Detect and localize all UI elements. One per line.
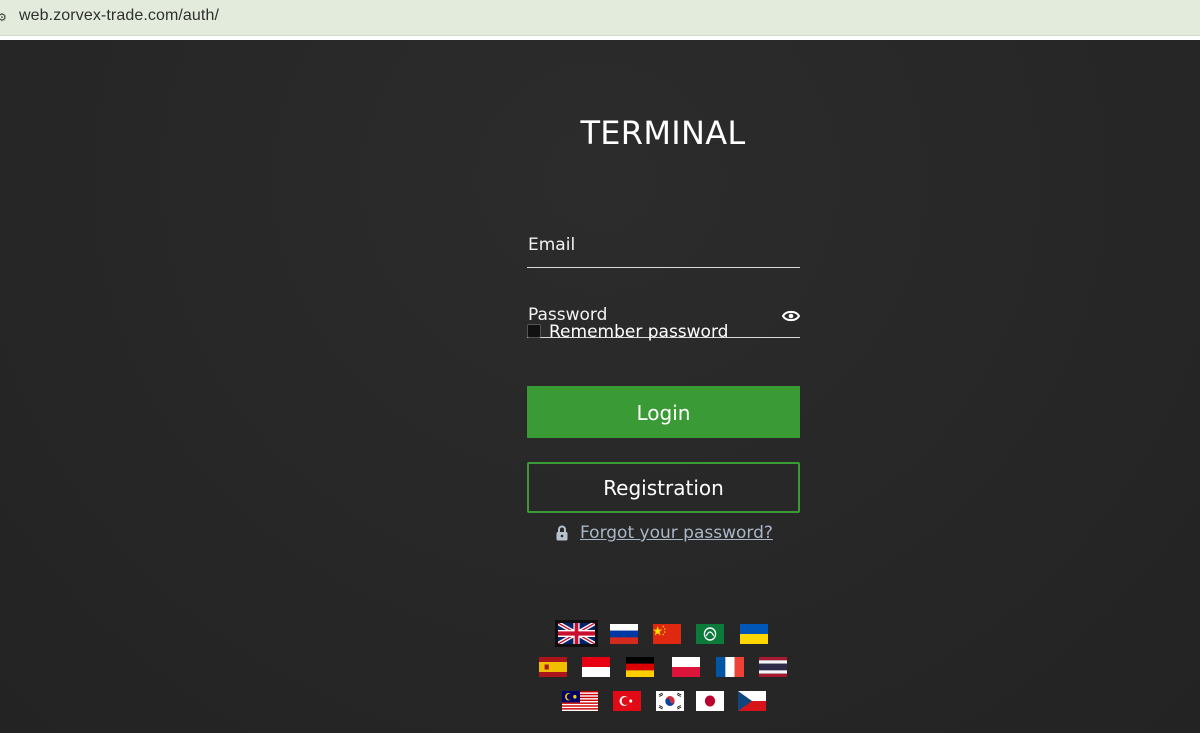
flag-ru-icon[interactable] — [610, 624, 638, 644]
url-text[interactable]: web.zorvex-trade.com/auth/ — [19, 7, 219, 25]
forgot-password-link[interactable]: Forgot your password? — [580, 523, 773, 543]
flag-cs-icon[interactable] — [738, 691, 766, 711]
flag-ko-icon[interactable] — [656, 691, 684, 711]
flag-ar-icon[interactable] — [696, 624, 724, 644]
email-field[interactable] — [527, 230, 800, 268]
flag-en-icon[interactable] — [555, 620, 598, 647]
site-info-icon[interactable]: ⚙ — [0, 12, 7, 23]
flag-tr-icon[interactable] — [613, 691, 641, 711]
flag-pl-icon[interactable] — [672, 657, 700, 677]
flag-id-icon[interactable] — [582, 657, 610, 677]
flag-es-icon[interactable] — [539, 657, 567, 677]
eye-icon[interactable] — [781, 308, 801, 322]
lock-icon — [556, 525, 568, 541]
registration-button[interactable]: Registration — [527, 462, 800, 513]
email-input[interactable] — [527, 230, 778, 260]
flag-th-icon[interactable] — [759, 657, 787, 677]
flag-fr-icon[interactable] — [716, 657, 744, 677]
flag-de-icon[interactable] — [626, 657, 654, 677]
flag-ja-icon[interactable] — [696, 691, 724, 711]
login-button[interactable]: Login — [527, 386, 800, 438]
page-title: TERMINAL — [580, 114, 746, 152]
flag-uk-icon[interactable] — [740, 624, 768, 644]
remember-checkbox[interactable] — [527, 324, 541, 338]
remember-label: Remember password — [549, 322, 729, 342]
flag-ms-icon[interactable] — [562, 691, 598, 711]
browser-address-bar[interactable]: ⚙ web.zorvex-trade.com/auth/ — [0, 0, 1200, 36]
flag-zh-icon[interactable] — [653, 624, 681, 644]
